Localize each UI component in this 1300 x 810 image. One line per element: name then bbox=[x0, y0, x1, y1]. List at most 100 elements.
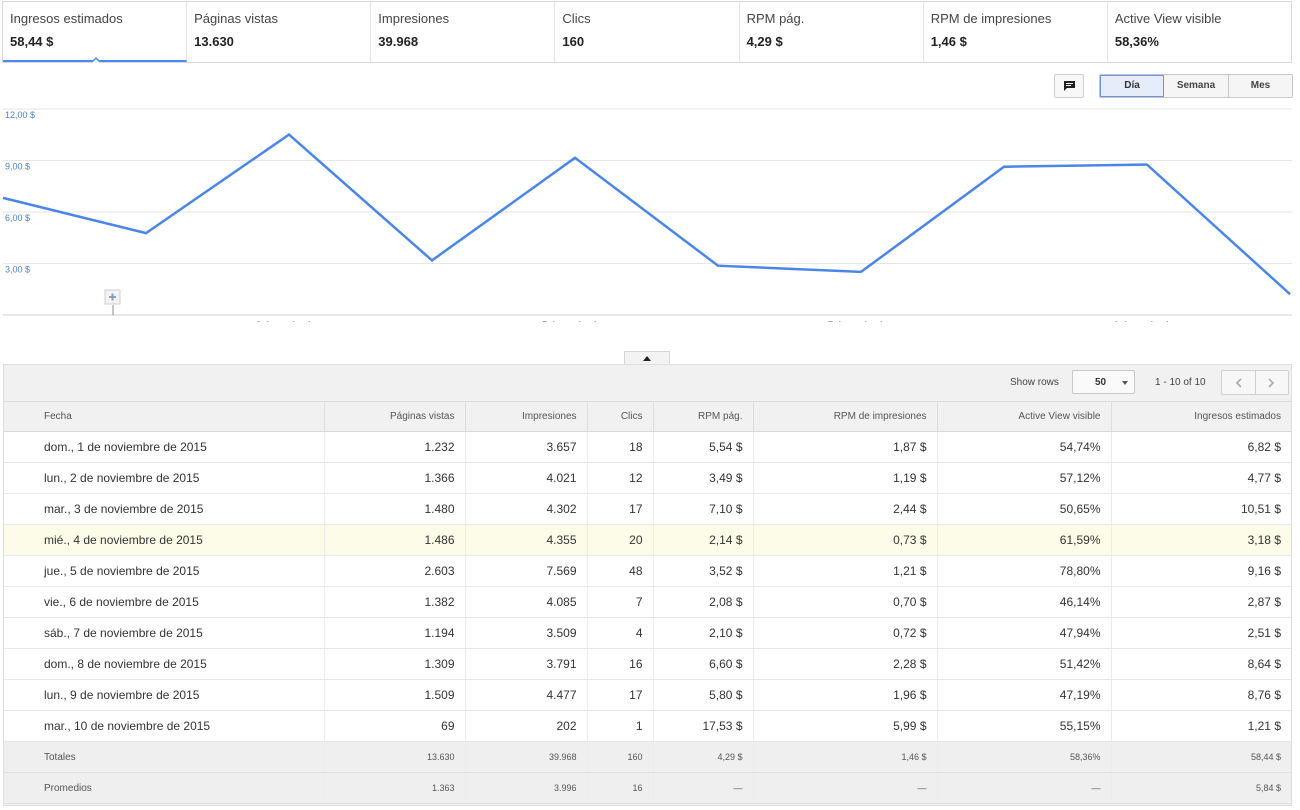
data-point[interactable] bbox=[143, 230, 149, 236]
column-header-clics[interactable]: Clics bbox=[587, 401, 654, 432]
cell-clics: 7 bbox=[587, 586, 654, 618]
cell-ingresos-estimados: 10,51 $ bbox=[1111, 493, 1291, 525]
column-header-fecha[interactable]: Fecha bbox=[4, 401, 325, 432]
cell-rpm-impresiones: 5,99 $ bbox=[753, 710, 938, 742]
cell-fecha: lun., 2 de noviembre de 2015 bbox=[4, 462, 325, 494]
data-point[interactable] bbox=[858, 269, 864, 275]
cell-fecha: vie., 6 de noviembre de 2015 bbox=[4, 586, 325, 618]
cell-rpm-pag: 2,14 $ bbox=[653, 524, 754, 556]
metric-value: 58,36% bbox=[1114, 34, 1159, 49]
column-header-active-view[interactable]: Active View visible bbox=[937, 401, 1112, 432]
cell-ingresos-estimados: 9,16 $ bbox=[1111, 555, 1291, 587]
metric-tab-paginas-vistas[interactable]: Páginas vistas 13.630 bbox=[187, 2, 372, 62]
metric-value: 13.630 bbox=[194, 34, 234, 49]
metric-value: 4,29 $ bbox=[746, 34, 783, 49]
total-impresiones: 39.968 bbox=[465, 741, 588, 773]
cell-rpm-impresiones: 1,19 $ bbox=[753, 462, 938, 494]
cell-clics: 12 bbox=[587, 462, 654, 494]
cell-clics: 18 bbox=[587, 431, 654, 463]
period-week-button[interactable]: Semana bbox=[1164, 75, 1229, 97]
data-point[interactable] bbox=[1287, 291, 1293, 297]
cell-impresiones: 7.569 bbox=[465, 555, 588, 587]
metric-value: 39.968 bbox=[378, 34, 419, 49]
column-header-rpm-impresiones[interactable]: RPM de impresiones bbox=[753, 401, 938, 432]
rows-per-page-select[interactable]: 50 bbox=[1072, 370, 1135, 394]
comment-button[interactable] bbox=[1054, 74, 1084, 98]
table-row: sáb., 7 de noviembre de 2015 1.194 3.509… bbox=[4, 617, 1291, 649]
metric-label: Clics bbox=[562, 11, 591, 26]
cell-rpm-impresiones: 1,96 $ bbox=[753, 679, 938, 711]
collapse-chart-toggle[interactable] bbox=[624, 351, 670, 364]
earnings-line-chart: 12,00 $ 9,00 $ 6,00 $ 3,00 $ 3 de noviembre… bbox=[0, 108, 1293, 322]
column-header-paginas-vistas[interactable]: Páginas vistas bbox=[324, 401, 466, 432]
comment-icon bbox=[1063, 81, 1075, 91]
total-rpm-pag: 4,29 $ bbox=[653, 741, 754, 773]
avg-rpm-pag: — bbox=[653, 772, 754, 804]
data-point[interactable] bbox=[286, 132, 292, 138]
cell-rpm-pag: 2,10 $ bbox=[653, 617, 754, 649]
table-row: dom., 8 de noviembre de 2015 1.309 3.791… bbox=[4, 648, 1291, 680]
cell-impresiones: 4.085 bbox=[465, 586, 588, 618]
metric-tab-rpm-pag[interactable]: RPM pág. 4,29 $ bbox=[740, 2, 924, 62]
page-navigation bbox=[1221, 370, 1289, 395]
metric-tab-active-view-visible[interactable]: Active View visible 58,36% bbox=[1108, 2, 1291, 62]
avg-rpm-impresiones: — bbox=[753, 772, 938, 804]
cell-rpm-pag: 3,49 $ bbox=[653, 462, 754, 494]
table-header-row: Fecha Páginas vistas Impresiones Clics R… bbox=[4, 401, 1291, 432]
series-points bbox=[0, 132, 1293, 298]
avg-clics: 16 bbox=[587, 772, 654, 804]
table-pager: Show rows 50 1 - 10 of 10 bbox=[4, 365, 1291, 401]
cell-clics: 1 bbox=[587, 710, 654, 742]
cell-paginas-vistas: 1.194 bbox=[324, 617, 466, 649]
cell-active-view: 54,74% bbox=[937, 431, 1112, 463]
y-tick-label: 6,00 $ bbox=[5, 213, 30, 223]
data-point[interactable] bbox=[1144, 162, 1150, 168]
data-point[interactable] bbox=[715, 263, 721, 269]
prev-page-button[interactable] bbox=[1222, 371, 1256, 394]
cell-ingresos-estimados: 2,51 $ bbox=[1111, 617, 1291, 649]
table-row: vie., 6 de noviembre de 2015 1.382 4.085… bbox=[4, 586, 1291, 618]
table-row-highlighted: mié., 4 de noviembre de 2015 1.486 4.355… bbox=[4, 524, 1291, 556]
metric-tab-rpm-impresiones[interactable]: RPM de impresiones 1,46 $ bbox=[924, 2, 1108, 62]
metric-tab-ingresos-estimados[interactable]: Ingresos estimados 58,44 $ bbox=[3, 2, 188, 63]
averages-label: Promedios bbox=[4, 772, 325, 804]
period-day-button[interactable]: Día bbox=[1100, 75, 1164, 97]
table-row: lun., 9 de noviembre de 2015 1.509 4.477… bbox=[4, 679, 1291, 711]
period-toggle: Día Semana Mes bbox=[1099, 74, 1293, 98]
cell-paginas-vistas: 1.486 bbox=[324, 524, 466, 556]
table-row: dom., 1 de noviembre de 2015 1.232 3.657… bbox=[4, 431, 1291, 463]
x-tick-label: 5 de noviembre bbox=[542, 320, 608, 322]
add-annotation-marker[interactable] bbox=[104, 289, 121, 315]
cell-rpm-impresiones: 2,44 $ bbox=[753, 493, 938, 525]
column-header-ingresos-estimados[interactable]: Ingresos estimados bbox=[1111, 401, 1291, 432]
cell-active-view: 47,19% bbox=[937, 679, 1112, 711]
x-axis-ticks: 3 de noviembre 5 de noviembre 7 de noviemb… bbox=[256, 320, 1180, 322]
cell-paginas-vistas: 1.232 bbox=[324, 431, 466, 463]
averages-row: Promedios 1.363 3.996 16 — — — 5,84 $ bbox=[4, 772, 1291, 804]
avg-ingresos-estimados: 5,84 $ bbox=[1111, 772, 1291, 804]
period-month-button[interactable]: Mes bbox=[1229, 75, 1292, 97]
metric-tab-clics[interactable]: Clics 160 bbox=[555, 2, 740, 62]
column-header-rpm-pag[interactable]: RPM pág. bbox=[653, 401, 754, 432]
cell-clics: 17 bbox=[587, 493, 654, 525]
y-axis-ticks: 12,00 $ 9,00 $ 6,00 $ 3,00 $ bbox=[5, 110, 35, 275]
y-tick-label: 12,00 $ bbox=[5, 110, 35, 120]
cell-active-view: 46,14% bbox=[937, 586, 1112, 618]
metric-tab-impresiones[interactable]: Impresiones 39.968 bbox=[371, 2, 556, 62]
data-point[interactable] bbox=[1001, 164, 1007, 170]
next-page-button[interactable] bbox=[1256, 371, 1289, 394]
metric-value: 58,44 $ bbox=[10, 34, 54, 49]
x-tick-label: 3 de noviembre bbox=[256, 320, 322, 322]
data-point[interactable] bbox=[429, 257, 435, 263]
x-tick-label: 7 de noviembre bbox=[828, 320, 894, 322]
data-point[interactable] bbox=[0, 195, 6, 201]
data-point[interactable] bbox=[572, 155, 578, 161]
rows-per-page-value: 50 bbox=[1095, 377, 1107, 388]
metric-label: RPM pág. bbox=[746, 11, 805, 26]
cell-fecha: mar., 10 de noviembre de 2015 bbox=[4, 710, 325, 742]
cell-rpm-impresiones: 2,28 $ bbox=[753, 648, 938, 680]
cell-rpm-impresiones: 1,21 $ bbox=[753, 555, 938, 587]
column-header-impresiones[interactable]: Impresiones bbox=[465, 401, 588, 432]
avg-active-view: — bbox=[937, 772, 1112, 804]
cell-ingresos-estimados: 4,77 $ bbox=[1111, 462, 1291, 494]
